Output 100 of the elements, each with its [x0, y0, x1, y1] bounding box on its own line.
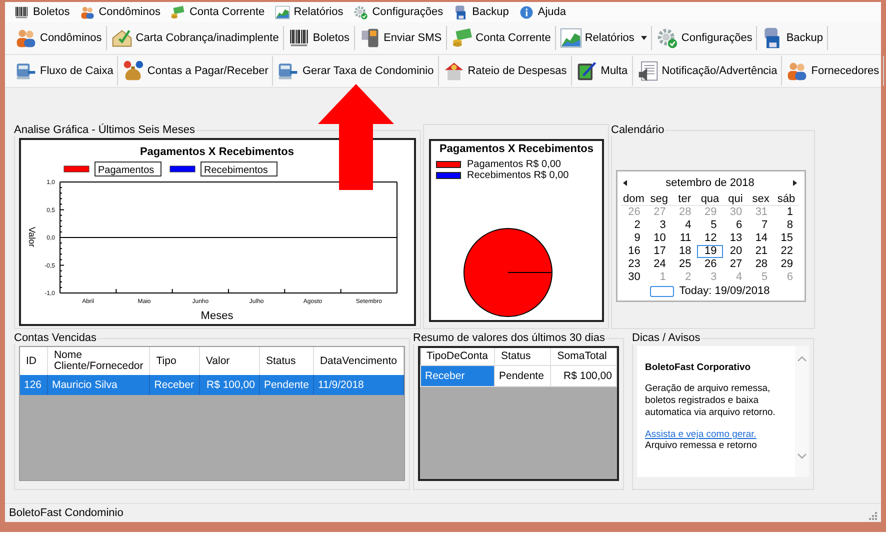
gear-icon: [353, 4, 368, 20]
money-icon: [450, 27, 473, 49]
column-header[interactable]: SomaTotal: [550, 348, 616, 366]
scroll-down-icon[interactable]: [797, 453, 807, 459]
menu-item[interactable]: Ajuda: [514, 4, 570, 20]
column-header[interactable]: Status: [494, 348, 551, 366]
toolbar-button[interactable]: Boletos: [284, 23, 354, 53]
calendar-day[interactable]: 16: [621, 245, 646, 258]
toolbar-button[interactable]: Multa: [572, 56, 633, 86]
tip-heading: BoletoFast Corporativo: [645, 362, 752, 373]
document-icon: [636, 60, 659, 82]
previous-month-icon[interactable]: [623, 180, 627, 186]
info-icon: [518, 4, 534, 20]
calendar-day[interactable]: 2: [621, 219, 646, 232]
column-header[interactable]: Valor: [199, 347, 260, 375]
column-header[interactable]: ID: [20, 347, 48, 375]
table-cell[interactable]: Pendente: [494, 366, 551, 386]
calendar-day[interactable]: 21: [748, 245, 774, 258]
menu-item[interactable]: Condôminos: [76, 4, 164, 20]
calendar-day[interactable]: 3: [646, 219, 672, 232]
toolbar-button[interactable]: Gerar Taxa de Condominio: [273, 56, 439, 86]
toolbar-button[interactable]: Carta Cobrança/inadimplente: [106, 23, 283, 53]
toolbar-button[interactable]: Notificação/Advertência: [632, 56, 782, 86]
calendar-day[interactable]: 25: [672, 258, 698, 271]
legend-label: Recebimentos R$ 0,00: [467, 170, 569, 181]
weekday-label: ter: [672, 193, 698, 206]
money-icon: [170, 4, 186, 20]
calendar-day[interactable]: 5: [697, 219, 723, 232]
calendar-day[interactable]: 6: [722, 219, 748, 232]
menu-item[interactable]: Conta Corrente: [166, 4, 269, 20]
month-title: setembro de 2018: [666, 177, 754, 189]
legend-swatch: [170, 166, 196, 172]
table-cell: 126: [20, 375, 48, 395]
calendar-day[interactable]: 28: [748, 258, 774, 271]
calendar-day[interactable]: 4: [672, 219, 698, 232]
toolbar-button[interactable]: Contas a Pagar/Receber: [118, 56, 274, 86]
toolbar-button[interactable]: Conta Corrente: [446, 23, 555, 53]
resize-grip-icon[interactable]: [869, 512, 877, 520]
calendar-day[interactable]: 11: [672, 232, 698, 245]
tip-text: Geração de arquivo remessa, boletos registrados e baixa automatica via arquivo retorno.: [645, 383, 776, 419]
toolbar-button[interactable]: Enviar SMS: [354, 23, 446, 53]
calendar-day[interactable]: 29: [774, 258, 799, 271]
calendar-day[interactable]: 10: [646, 232, 672, 245]
toolbar-button[interactable]: Fluxo de Caixa: [11, 56, 118, 86]
toolbar-button[interactable]: Configurações: [652, 23, 756, 53]
table-cell[interactable]: R$ 100,00: [550, 366, 616, 386]
scroll-up-icon[interactable]: [797, 356, 807, 362]
group-title: Analise Gráfica - Últimos Seis Meses: [13, 124, 196, 136]
calendar-day[interactable]: 18: [672, 245, 698, 258]
toolbar-button[interactable]: Fornecedores: [782, 56, 884, 86]
menu-item[interactable]: Boletos: [10, 4, 74, 20]
barcode-icon: [288, 27, 310, 49]
calendar-day[interactable]: 20: [722, 245, 748, 258]
weekday-label: sáb: [774, 193, 799, 206]
calendar-day[interactable]: 27: [722, 258, 748, 271]
table-cell[interactable]: Receber: [420, 366, 494, 386]
calendar-day[interactable]: 26: [697, 258, 723, 271]
calendar-day[interactable]: 1: [774, 206, 799, 219]
calendar-day[interactable]: 22: [774, 245, 799, 258]
toolbar-button[interactable]: Backup: [757, 23, 828, 53]
calendar-day[interactable]: 17: [646, 245, 672, 258]
column-header[interactable]: Tipo: [150, 347, 200, 375]
barcode-icon: [14, 4, 29, 20]
menu-item[interactable]: Configurações: [349, 4, 448, 20]
calendar-day[interactable]: 23: [621, 258, 646, 271]
calendar-day[interactable]: 30: [621, 271, 646, 284]
table-cell: R$ 100,00: [199, 375, 260, 395]
toolbar-button[interactable]: Condôminos: [11, 23, 106, 53]
weekday-label: sex: [748, 193, 774, 206]
next-month-icon[interactable]: [792, 180, 797, 186]
menu-item[interactable]: Relatórios: [270, 4, 348, 20]
tip-link[interactable]: Assista e veja como gerar.: [645, 429, 791, 440]
status-text: BoletoFast Condominio: [9, 507, 124, 519]
column-header[interactable]: Status: [259, 347, 314, 375]
gear-icon: [656, 27, 678, 49]
today-link[interactable]: Today: 19/09/2018: [679, 285, 770, 297]
table-cell: Receber: [150, 375, 200, 395]
calendar-day[interactable]: 19: [697, 245, 723, 258]
toolbar-button[interactable]: Rateio de Despesas: [438, 56, 572, 86]
calendar-day[interactable]: 13: [722, 232, 748, 245]
axis-title: Meses: [200, 310, 234, 322]
legend-label: Recebimentos: [200, 162, 278, 176]
calendar-day[interactable]: 12: [697, 232, 723, 245]
table-row[interactable]: 126 Mauricio Silva Receber R$ 100,00 Pendente 11/9/2018: [20, 375, 404, 395]
chart-icon: [274, 4, 290, 20]
menu-item[interactable]: Backup: [449, 4, 513, 20]
axis-title: Valor: [27, 226, 37, 248]
calendar-day[interactable]: 15: [774, 232, 799, 245]
group-title: Calendário: [610, 124, 666, 136]
column-header[interactable]: DataVencimento: [313, 347, 404, 375]
column-header[interactable]: TipoDeConta: [420, 348, 494, 366]
calendar-day[interactable]: 24: [646, 258, 672, 271]
calendar-day[interactable]: 14: [748, 232, 774, 245]
column-header[interactable]: Nome Cliente/Fornecedor: [47, 347, 150, 375]
people-icon: [80, 4, 95, 20]
calendar-day[interactable]: 9: [621, 232, 646, 245]
weekday-label: qui: [722, 193, 748, 206]
toolbar-button[interactable]: Relatórios: [556, 23, 652, 53]
calendar-day[interactable]: 8: [774, 219, 799, 232]
calendar-day[interactable]: 7: [748, 219, 774, 232]
